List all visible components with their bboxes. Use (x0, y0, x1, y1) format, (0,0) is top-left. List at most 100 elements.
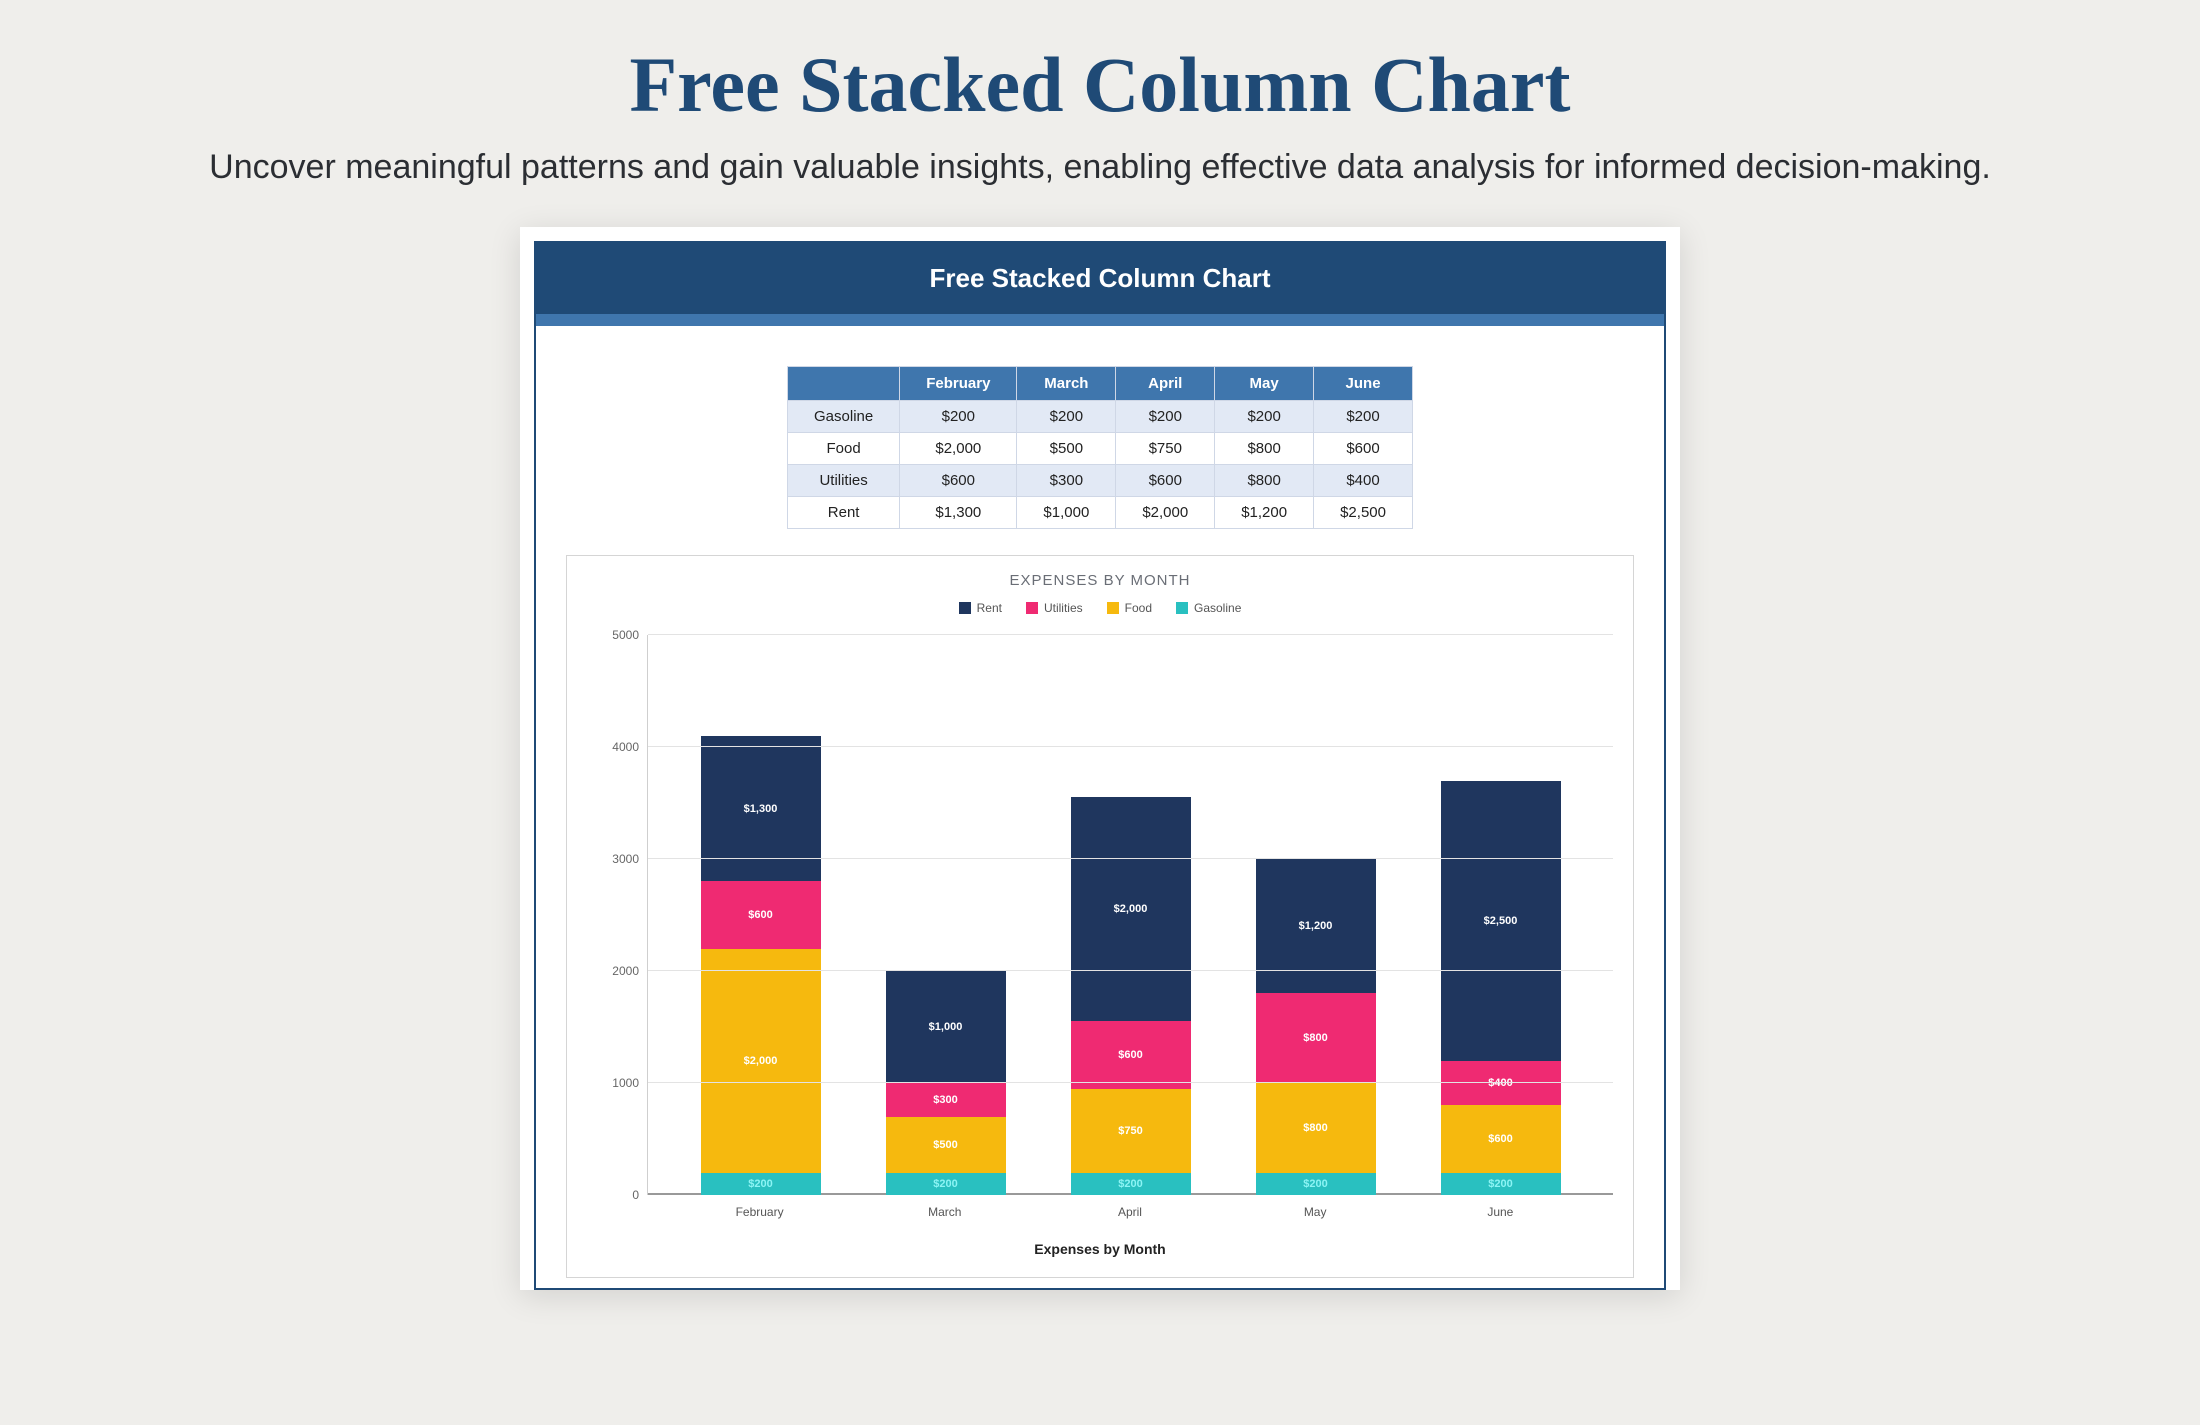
x-tick-label: February (700, 1205, 820, 1219)
data-table-wrap: February March April May June Gasoline$2… (536, 326, 1664, 539)
table-cell: $800 (1215, 465, 1314, 497)
table-cell: $200 (900, 401, 1017, 433)
stacked-bar: $200$2,000$600$1,300 (701, 736, 821, 1195)
legend-swatch-icon (1176, 602, 1188, 614)
bar-segment-utilities: $600 (701, 881, 821, 948)
bar-value-label: $750 (1118, 1125, 1142, 1137)
bar-segment-rent: $2,000 (1071, 797, 1191, 1021)
page: Free Stacked Column Chart Uncover meanin… (0, 0, 2200, 1425)
bar-value-label: $500 (933, 1139, 957, 1151)
table-row: Utilities$600$300$600$800$400 (788, 465, 1413, 497)
x-axis-title: Expenses by Month (587, 1241, 1613, 1257)
gridline (648, 634, 1613, 635)
col-header: February (900, 367, 1017, 401)
chart-legend: Rent Utilities Food Gasoline (587, 601, 1613, 615)
x-axis-labels: February March April May June (587, 1195, 1613, 1219)
col-header: April (1116, 367, 1215, 401)
bar-segment-food: $750 (1071, 1089, 1191, 1173)
chart-title: EXPENSES BY MONTH (587, 572, 1613, 589)
y-tick-label: 1000 (612, 1076, 639, 1090)
bar-value-label: $1,000 (929, 1021, 963, 1033)
document-inner: Free Stacked Column Chart February March… (534, 241, 1666, 1290)
x-tick-label: June (1440, 1205, 1560, 1219)
table-row: Gasoline$200$200$200$200$200 (788, 401, 1413, 433)
table-cell: $400 (1314, 465, 1413, 497)
row-header: Utilities (788, 465, 900, 497)
bar-value-label: $600 (1118, 1049, 1142, 1061)
table-cell: $200 (1017, 401, 1116, 433)
legend-label: Utilities (1044, 601, 1083, 615)
table-cell: $500 (1017, 433, 1116, 465)
table-cell: $600 (1116, 465, 1215, 497)
col-header: June (1314, 367, 1413, 401)
x-tick-label: April (1070, 1205, 1190, 1219)
bar-segment-gasoline: $200 (1071, 1173, 1191, 1195)
row-header: Gasoline (788, 401, 900, 433)
table-corner (788, 367, 900, 401)
bar-value-label: $600 (748, 909, 772, 921)
bar-segment-food: $600 (1441, 1105, 1561, 1172)
bar-value-label: $200 (1303, 1178, 1327, 1190)
x-tick-label: March (885, 1205, 1005, 1219)
table-cell: $750 (1116, 433, 1215, 465)
legend-swatch-icon (959, 602, 971, 614)
stacked-bar: $200$500$300$1,000 (886, 971, 1006, 1195)
bar-segment-rent: $2,500 (1441, 781, 1561, 1061)
legend-swatch-icon (1107, 602, 1119, 614)
bar-value-label: $2,500 (1484, 915, 1518, 927)
table-row: Rent$1,300$1,000$2,000$1,200$2,500 (788, 497, 1413, 529)
page-title: Free Stacked Column Chart (0, 40, 2200, 130)
bar-segment-food: $800 (1256, 1083, 1376, 1173)
table-cell: $600 (900, 465, 1017, 497)
table-cell: $1,300 (900, 497, 1017, 529)
legend-swatch-icon (1026, 602, 1038, 614)
bar-segment-gasoline: $200 (1256, 1173, 1376, 1195)
legend-item: Gasoline (1176, 601, 1241, 615)
legend-label: Rent (977, 601, 1002, 615)
legend-label: Food (1125, 601, 1152, 615)
legend-item: Utilities (1026, 601, 1083, 615)
x-tick-label: May (1255, 1205, 1375, 1219)
table-cell: $1,200 (1215, 497, 1314, 529)
bar-segment-food: $500 (886, 1117, 1006, 1173)
bars-group: $200$2,000$600$1,300$200$500$300$1,000$2… (648, 635, 1613, 1195)
gridline (648, 858, 1613, 859)
bar-value-label: $600 (1488, 1133, 1512, 1145)
bar-value-label: $800 (1303, 1032, 1327, 1044)
chart-plot: 010002000300040005000 $200$2,000$600$1,3… (587, 635, 1613, 1195)
table-cell: $2,000 (1116, 497, 1215, 529)
legend-item: Food (1107, 601, 1152, 615)
bar-value-label: $1,200 (1299, 920, 1333, 932)
col-header: May (1215, 367, 1314, 401)
legend-item: Rent (959, 601, 1002, 615)
table-cell: $200 (1314, 401, 1413, 433)
gridline (648, 746, 1613, 747)
table-cell: $1,000 (1017, 497, 1116, 529)
bar-segment-gasoline: $200 (701, 1173, 821, 1195)
y-tick-label: 3000 (612, 852, 639, 866)
table-head: February March April May June (788, 367, 1413, 401)
table-cell: $300 (1017, 465, 1116, 497)
table-cell: $200 (1215, 401, 1314, 433)
bar-segment-rent: $1,000 (886, 971, 1006, 1083)
gridline (648, 970, 1613, 971)
bar-value-label: $300 (933, 1094, 957, 1106)
table-cell: $800 (1215, 433, 1314, 465)
bar-value-label: $200 (1488, 1178, 1512, 1190)
stacked-bar: $200 $800 $800 $1,200 (1256, 859, 1376, 1195)
bar-value-label: $400 (1488, 1077, 1512, 1089)
data-table: February March April May June Gasoline$2… (787, 366, 1413, 529)
table-cell: $200 (1116, 401, 1215, 433)
bar-segment-utilities: $400 (1441, 1061, 1561, 1106)
legend-label: Gasoline (1194, 601, 1241, 615)
y-tick-label: 4000 (612, 740, 639, 754)
col-header: March (1017, 367, 1116, 401)
bar-value-label: $800 (1303, 1122, 1327, 1134)
stacked-bar: $200 $600 $400 $2,500 (1441, 781, 1561, 1195)
y-axis: 010002000300040005000 (587, 635, 647, 1195)
chart-container: EXPENSES BY MONTH Rent Utilities Food Gasol… (566, 555, 1634, 1278)
plot-area: $200$2,000$600$1,300$200$500$300$1,000$2… (647, 635, 1613, 1195)
table-row: Food$2,000$500$750$800$600 (788, 433, 1413, 465)
y-tick-label: 0 (632, 1188, 639, 1202)
bar-value-label: $200 (1118, 1178, 1142, 1190)
